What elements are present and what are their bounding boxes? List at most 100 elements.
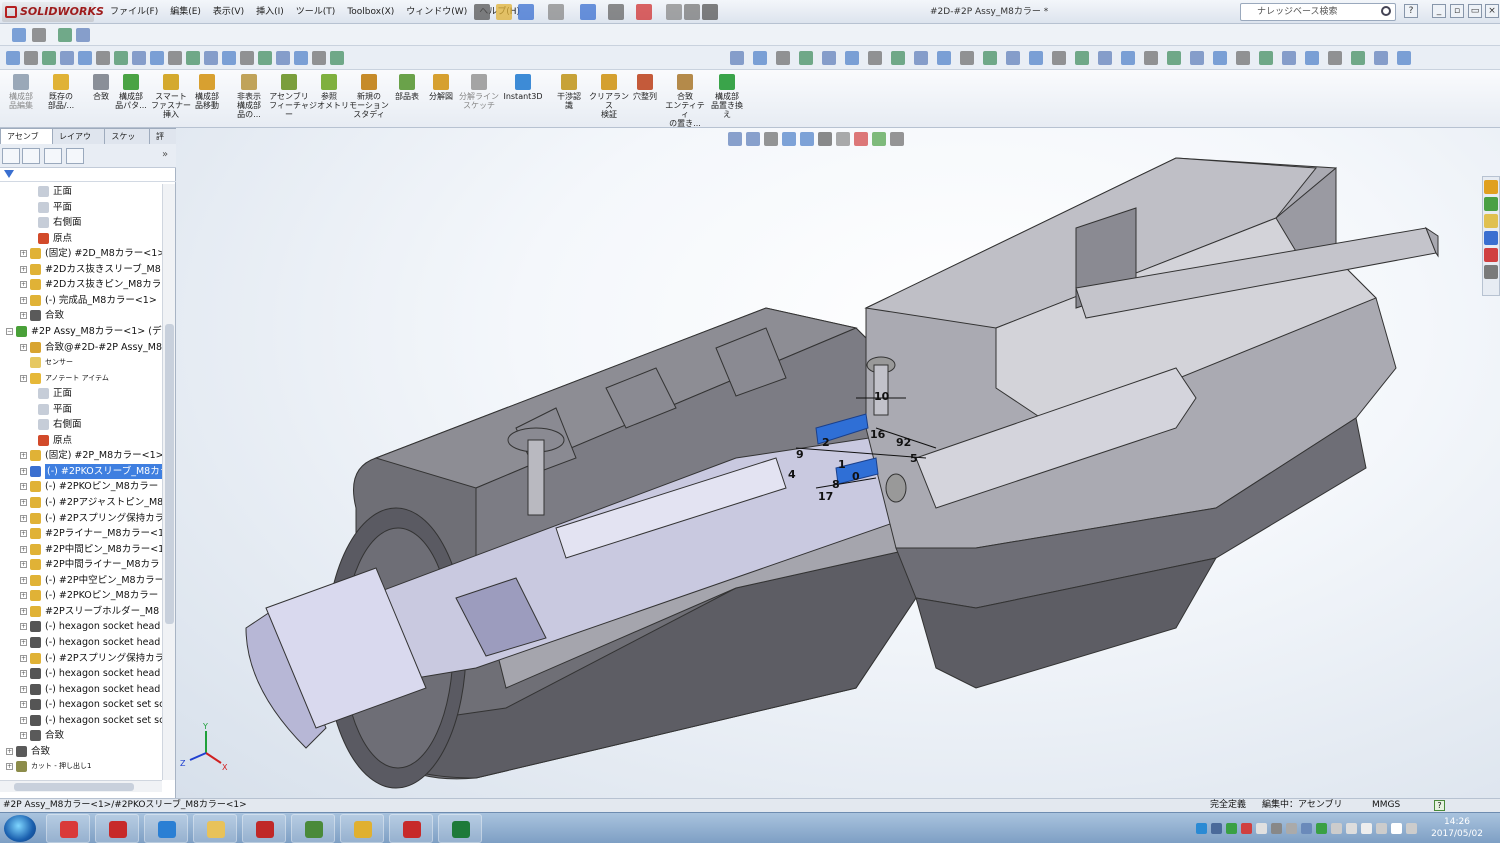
toolbar-icon[interactable] [42,51,56,65]
toolbar-icon[interactable] [150,51,164,65]
tree-item[interactable]: + (-) hexagon socket head [0,666,162,682]
expand-icon[interactable]: + [20,670,27,678]
tree-item[interactable]: + (-) #2Pスプリング保持カラ [0,511,162,527]
dim-label[interactable]: 1 [838,458,846,471]
ribbon-button[interactable]: 構成部 品移動 [186,74,228,128]
toolbar-icon[interactable] [294,51,308,65]
tree-item[interactable]: + (-) #2PKOピン_M8カラー [0,479,162,495]
tree-item[interactable]: + (-) #2Pアジャストピン_M8 [0,495,162,511]
expand-icon[interactable]: + [20,374,27,382]
ribbon-button[interactable]: Instant3D [502,74,544,128]
tray-icon[interactable] [1211,823,1222,834]
toolbar-icon[interactable] [12,28,26,42]
toolbar-icon[interactable] [276,51,290,65]
tray-icon[interactable] [1226,823,1237,834]
ribbon-button[interactable]: 構成部 品パタ... [110,74,152,128]
toolbar-icon[interactable] [1121,51,1135,65]
dim-label[interactable]: 9 [796,448,804,461]
toolbar-icon[interactable] [799,51,813,65]
toolbar-icon[interactable] [1167,51,1181,65]
toolbar-icon[interactable] [6,51,20,65]
toolbar-icon[interactable] [776,51,790,65]
expand-icon[interactable]: + [20,312,27,320]
menu-item[interactable]: ウィンドウ(W) [400,0,473,24]
dim-label[interactable]: 4 [788,468,796,481]
graphics-area[interactable]: 10 16 92 17 9 2 1 0 8 5 4 Y X Z [176,128,1500,798]
expand-icon[interactable]: + [20,296,27,304]
tree-item[interactable]: − #2P Assy_M8カラー<1> (デフ [0,324,162,340]
tree-item[interactable]: + (-) #2Pスプリング保持カラ [0,651,162,667]
tree-item[interactable]: 正面 [0,386,162,402]
tray-icon[interactable] [1271,823,1282,834]
toolbar-icon[interactable] [891,51,905,65]
expand-icon[interactable]: + [20,483,27,491]
restore-button[interactable]: ▫ [1450,4,1464,18]
tray-icon[interactable] [1256,823,1267,834]
expand-icon[interactable]: + [20,623,27,631]
expand-icon[interactable]: + [20,545,27,553]
ribbon-button[interactable]: 干渉認 識 [548,74,590,128]
tree-item[interactable]: + (固定) #2D_M8カラー<1> [0,246,162,262]
ribbon-button[interactable]: 構成部 品置き換 え [706,74,748,128]
taskbar-app-button[interactable] [46,814,90,843]
command-tab[interactable]: レイアウト [52,128,106,156]
toolbar-icon[interactable] [58,28,72,42]
toolbar-icon[interactable] [937,51,951,65]
scrollbar-thumb[interactable] [165,324,174,624]
expand-icon[interactable]: + [20,467,27,475]
ribbon-button[interactable]: 構成部 品編集 [0,74,42,128]
tree-item[interactable]: + #2Pスリーブホルダー_M8 [0,604,162,620]
toolbar-icon[interactable] [24,51,38,65]
expand-icon[interactable]: + [20,638,27,646]
taskbar-app-button[interactable] [144,814,188,843]
search-input[interactable]: ナレッジベース検索 [1240,3,1396,21]
expand-icon[interactable]: + [20,514,27,522]
tree-item[interactable]: + アノテート アイテム [0,371,162,387]
feature-tree-tab-icon[interactable] [2,148,20,164]
taskbar-app-button[interactable] [193,814,237,843]
dim-label[interactable]: 0 [852,470,860,483]
property-manager-tab-icon[interactable] [22,148,40,164]
tree-item[interactable]: 原点 [0,433,162,449]
options-icon[interactable] [702,4,718,20]
expand-icon[interactable]: + [20,530,27,538]
expand-chevron-icon[interactable]: » [162,149,168,160]
toolbar-icon[interactable] [1075,51,1089,65]
menu-item[interactable]: 編集(E) [164,0,207,24]
ribbon-button[interactable]: 穴整列 [624,74,666,128]
toolbar-icon[interactable] [330,51,344,65]
toolbar-icon[interactable] [1259,51,1273,65]
toolbar-icon[interactable] [1098,51,1112,65]
ribbon-button[interactable]: 合致 エンティティ の置き... [664,74,706,128]
expand-icon[interactable]: + [20,716,27,724]
toolbar-icon[interactable] [186,51,200,65]
close-button[interactable]: × [1485,4,1499,18]
toolbar-icon[interactable] [114,51,128,65]
toolbar-icon[interactable] [1305,51,1319,65]
search-icon[interactable] [1381,6,1391,16]
toolbar-icon[interactable] [1282,51,1296,65]
ribbon-button[interactable]: 参照 ジオメトリ [308,74,350,128]
unit-system-selector[interactable]: MMGS [1372,799,1400,812]
expand-icon[interactable]: + [6,763,13,771]
open-icon[interactable] [518,4,534,20]
tree-item[interactable]: 右側面 [0,417,162,433]
ribbon-button[interactable]: 新規の モーション スタディ [348,74,390,128]
expand-icon[interactable]: + [20,701,27,709]
expand-icon[interactable]: + [20,576,27,584]
toolbar-icon[interactable] [845,51,859,65]
toolbar-icon[interactable] [1351,51,1365,65]
toolbar-icon[interactable] [1052,51,1066,65]
toolbar-icon[interactable] [60,51,74,65]
scrollbar-thumb[interactable] [14,783,134,791]
toolbar-icon[interactable] [1236,51,1250,65]
command-tab[interactable]: アセンブリ [0,128,54,156]
expand-icon[interactable]: + [20,281,27,289]
tree-item[interactable]: 平面 [0,200,162,216]
toolbar-icon[interactable] [868,51,882,65]
menu-item[interactable]: ツール(T) [290,0,342,24]
tree-item[interactable]: + (-) #2PKOピン_M8カラー [0,588,162,604]
taskbar-app-button[interactable] [291,814,335,843]
toolbar-icon[interactable] [168,51,182,65]
tree-item[interactable]: + (-) #2P中空ピン_M8カラー [0,573,162,589]
